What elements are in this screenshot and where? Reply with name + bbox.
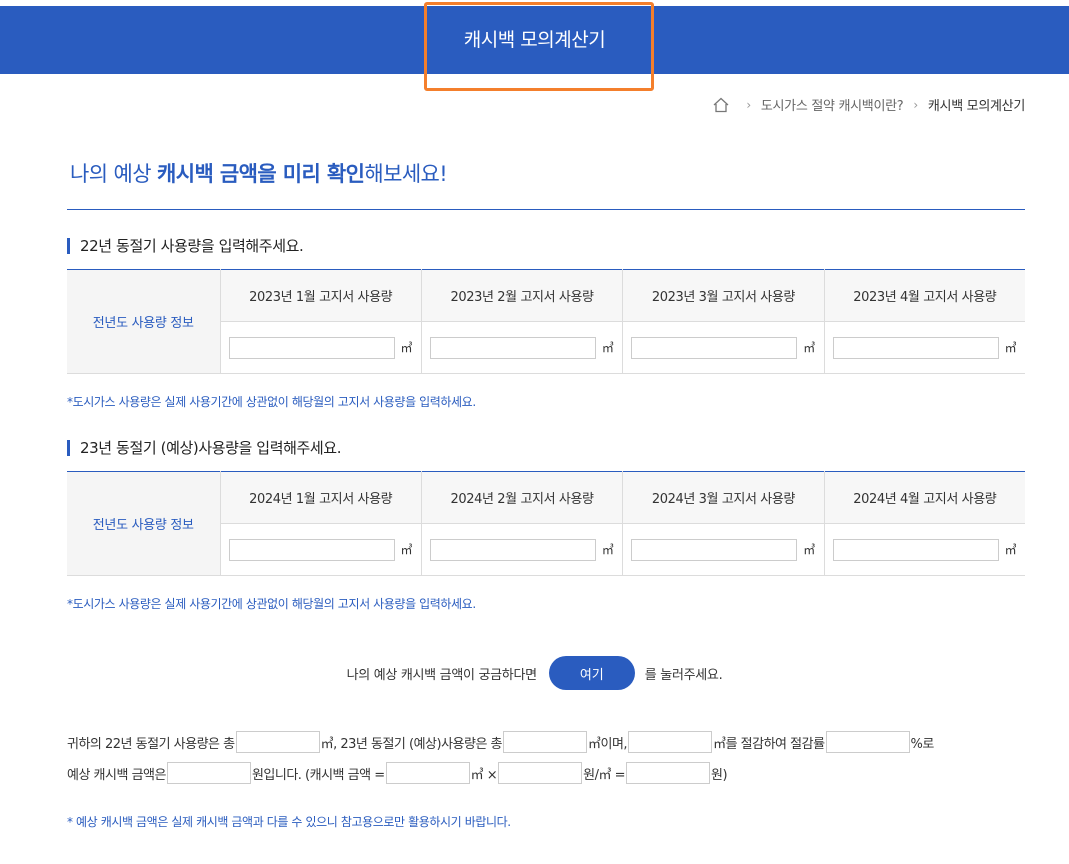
result-text: ㎥, 23년 동절기 (예상)사용량은 총 xyxy=(320,736,503,752)
usage-input-2024-04[interactable] xyxy=(832,538,999,561)
result-line-2: 예상 캐시백 금액은 원입니다. (캐시백 금액 = ㎥ × 원/㎥ = 원) xyxy=(67,762,728,784)
formula-usage-field[interactable] xyxy=(385,762,470,784)
usage-input-2024-01[interactable] xyxy=(228,538,395,561)
usage-table-2023: 전년도 사용량 정보 2024년 1월 고지서 사용량 2024년 2월 고지서… xyxy=(67,471,1025,576)
result-text: %로 xyxy=(910,736,935,752)
result-text: ㎥ × xyxy=(470,767,498,783)
usage-table-2022: 전년도 사용량 정보 2023년 1월 고지서 사용량 2023년 2월 고지서… xyxy=(67,269,1025,374)
total-usage-2022-field[interactable] xyxy=(235,731,320,753)
headline: 나의 예상 캐시백 금액을 미리 확인해보세요! xyxy=(70,158,448,188)
column-header: 2024년 2월 고지서 사용량 xyxy=(420,471,623,524)
column-header: 2023년 3월 고지서 사용량 xyxy=(622,269,825,322)
unit-label: ㎥ xyxy=(803,341,816,355)
formula-rate-field[interactable] xyxy=(498,762,583,784)
usage-input-2024-02[interactable] xyxy=(429,538,596,561)
breadcrumb-separator: › xyxy=(913,97,918,112)
disclaimer-note: * 예상 캐시백 금액은 실제 캐시백 금액과 다를 수 있으니 참고용으로만 … xyxy=(67,815,511,829)
home-icon[interactable] xyxy=(712,96,730,114)
breadcrumb: › 도시가스 절약 캐시백이란? › 캐시백 모의계산기 xyxy=(712,95,1025,114)
total-usage-2023-field[interactable] xyxy=(503,731,588,753)
row-label: 전년도 사용량 정보 xyxy=(67,269,220,374)
usage-input-2023-03[interactable] xyxy=(631,336,798,359)
column-header: 2024년 4월 고지서 사용량 xyxy=(823,471,1025,524)
cashback-amount-field[interactable] xyxy=(166,762,251,784)
result-text: ㎥를 절감하여 절감률 xyxy=(713,736,825,752)
cta-text-before: 나의 예상 캐시백 금액이 궁금하다면 xyxy=(346,667,538,683)
usage-input-2023-01[interactable] xyxy=(228,336,395,359)
column-header: 2023년 4월 고지서 사용량 xyxy=(823,269,1025,322)
breadcrumb-item-calculator[interactable]: 캐시백 모의계산기 xyxy=(928,95,1025,114)
title-highlight-box xyxy=(424,2,654,91)
section1-title: 22년 동절기 사용량을 입력해주세요. xyxy=(67,238,304,254)
column-header: 2024년 1월 고지서 사용량 xyxy=(219,471,422,524)
unit-label: ㎥ xyxy=(400,543,413,557)
usage-input-2024-03[interactable] xyxy=(631,538,798,561)
column-header: 2023년 2월 고지서 사용량 xyxy=(420,269,623,322)
section2-title: 23년 동절기 (예상)사용량을 입력해주세요. xyxy=(67,440,341,456)
result-text: 귀하의 22년 동절기 사용량은 총 xyxy=(67,736,235,752)
calculate-prompt: 나의 예상 캐시백 금액이 궁금하다면 여기 를 눌러주세요. xyxy=(0,656,1069,690)
breadcrumb-item-cashback-info[interactable]: 도시가스 절약 캐시백이란? xyxy=(761,95,904,114)
unit-label: ㎥ xyxy=(1004,543,1017,557)
result-text: 예상 캐시백 금액은 xyxy=(67,767,166,783)
unit-label: ㎥ xyxy=(601,341,614,355)
unit-label: ㎥ xyxy=(803,543,816,557)
headline-prefix: 나의 예상 xyxy=(70,162,158,186)
cta-text-after: 를 눌러주세요. xyxy=(644,667,723,683)
column-header: 2024년 3월 고지서 사용량 xyxy=(622,471,825,524)
result-text: ㎥이며, xyxy=(588,736,628,752)
headline-bold: 캐시백 금액을 미리 확인 xyxy=(157,162,365,186)
saving-rate-field[interactable] xyxy=(825,731,910,753)
formula-result-field[interactable] xyxy=(626,762,710,784)
usage-input-2023-02[interactable] xyxy=(429,336,596,359)
result-text: 원) xyxy=(711,767,728,783)
row-label: 전년도 사용량 정보 xyxy=(67,471,220,576)
result-text: 원입니다. (캐시백 금액 = xyxy=(251,767,385,783)
headline-divider xyxy=(67,209,1025,210)
headline-suffix: 해보세요! xyxy=(364,162,448,186)
usage-note: *도시가스 사용량은 실제 사용기간에 상관없이 해당월의 고지서 사용량을 입… xyxy=(67,395,476,409)
result-text: 원/㎥ = xyxy=(583,767,625,783)
usage-note: *도시가스 사용량은 실제 사용기간에 상관없이 해당월의 고지서 사용량을 입… xyxy=(67,597,476,611)
result-line-1: 귀하의 22년 동절기 사용량은 총 ㎥, 23년 동절기 (예상)사용량은 총… xyxy=(67,731,934,753)
saved-usage-field[interactable] xyxy=(628,731,713,753)
unit-label: ㎥ xyxy=(400,341,413,355)
calculate-button[interactable]: 여기 xyxy=(548,656,635,690)
unit-label: ㎥ xyxy=(1004,341,1017,355)
unit-label: ㎥ xyxy=(601,543,614,557)
breadcrumb-separator: › xyxy=(746,97,751,112)
column-header: 2023년 1월 고지서 사용량 xyxy=(219,269,422,322)
usage-input-2023-04[interactable] xyxy=(832,336,999,359)
